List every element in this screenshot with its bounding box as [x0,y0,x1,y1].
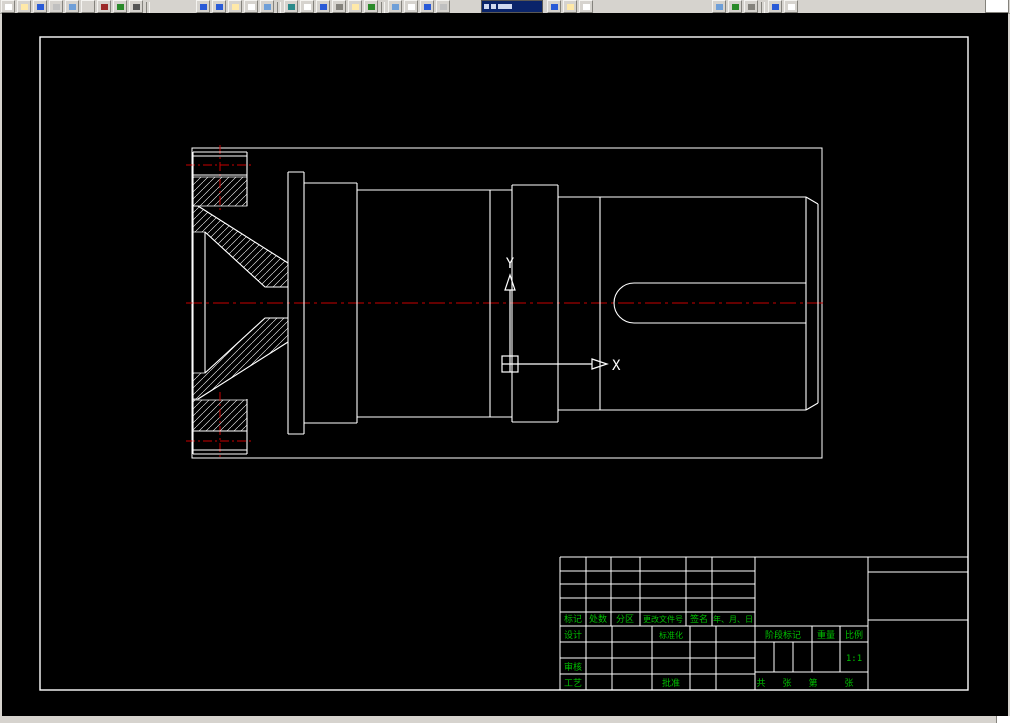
titleblock-weight-label: 重量 [817,629,835,641]
toolbar-icon[interactable] [97,0,111,13]
open-file-icon[interactable] [17,0,31,13]
toolbar-icon[interactable] [547,0,561,13]
titleblock-date-label: 年、月、日 [713,614,753,624]
ucs-icon: Y X [501,256,621,374]
toolbar-icon[interactable] [113,0,127,13]
toolbar-icon[interactable] [388,0,402,13]
save-icon[interactable] [33,0,47,13]
toolbar-icon[interactable] [420,0,434,13]
window-bottom-edge [0,716,1010,723]
toolbar-corner-panel [985,0,1009,13]
centerlines [186,145,824,460]
ucs-origin-cross [502,356,518,372]
titleblock-design-label: 设计 [564,629,582,641]
titleblock-process-label: 工艺 [564,678,582,689]
toolbar-icon[interactable] [404,0,418,13]
ucs-y-arrowhead [504,273,516,291]
toolbar-icon[interactable] [579,0,593,13]
pan-icon[interactable] [300,0,314,13]
titleblock-signature-label: 签名 [690,613,708,625]
toolbar-icon[interactable] [744,0,758,13]
titleblock-scale-label: 比例 [845,629,863,641]
ucs-x-label: X [612,358,621,374]
titleblock-sheet-page-unit: 张 [844,678,853,689]
titleblock-count-label: 处数 [589,613,607,625]
style-dropdown[interactable] [481,0,543,13]
zoom-icon[interactable] [284,0,298,13]
titleblock-stage-mark-label: 阶段标记 [765,629,801,641]
toolbar-icon[interactable] [332,0,346,13]
new-file-icon[interactable] [1,0,15,13]
redo-icon[interactable] [212,0,226,13]
toolbar [0,0,1010,14]
toolbar-icon[interactable] [244,0,258,13]
toolbar-icon[interactable] [260,0,274,13]
toolbar-icon[interactable] [712,0,726,13]
titleblock-far-right [867,557,968,690]
toolbar-icon[interactable] [81,0,95,13]
toolbar-icon[interactable] [316,0,330,13]
titleblock-sheet-total-label: 共 [756,678,765,689]
titleblock-mark-label: 标记 [564,613,582,625]
help-icon[interactable] [784,0,798,13]
titleblock-change-doc-label: 更改文件号 [643,614,683,624]
toolbar-separator [146,2,150,13]
titleblock-scale-value: 1:1 [846,654,862,664]
titleblock-sheet-page-label: 第 [808,677,817,689]
toolbar-icon[interactable] [728,0,742,13]
titleblock-approve-label: 批准 [662,677,680,689]
toolbar-icon[interactable] [436,0,450,13]
toolbar-icon[interactable] [65,0,79,13]
drawing-canvas[interactable]: Y X 标记 处数 分区 更改文件号 签名 年、月、日 设计 标准化 审核 工艺… [2,13,1008,716]
toolbar-separator [761,2,765,13]
titleblock-standardization-label: 标准化 [659,630,683,640]
titleblock-sheet-total-unit: 张 [782,678,791,689]
toolbar-icon[interactable] [228,0,242,13]
print-icon[interactable] [49,0,63,13]
toolbar-icon[interactable] [348,0,362,13]
toolbar-separator [277,2,281,13]
titleblock-right-section [754,557,868,690]
toolbar-separator [381,2,385,13]
toolbar-icon[interactable] [768,0,782,13]
titleblock-review-label: 审核 [564,661,582,673]
title-block-text: 标记 处数 分区 更改文件号 签名 年、月、日 设计 标准化 审核 工艺 批准 … [564,613,863,689]
titleblock-zone-label: 分区 [616,614,634,625]
toolbar-icon[interactable] [364,0,378,13]
ucs-y-label: Y [506,256,515,272]
statusbar-corner [996,716,1010,723]
undo-icon[interactable] [196,0,210,13]
toolbar-icon[interactable] [129,0,143,13]
toolbar-icon[interactable] [563,0,577,13]
